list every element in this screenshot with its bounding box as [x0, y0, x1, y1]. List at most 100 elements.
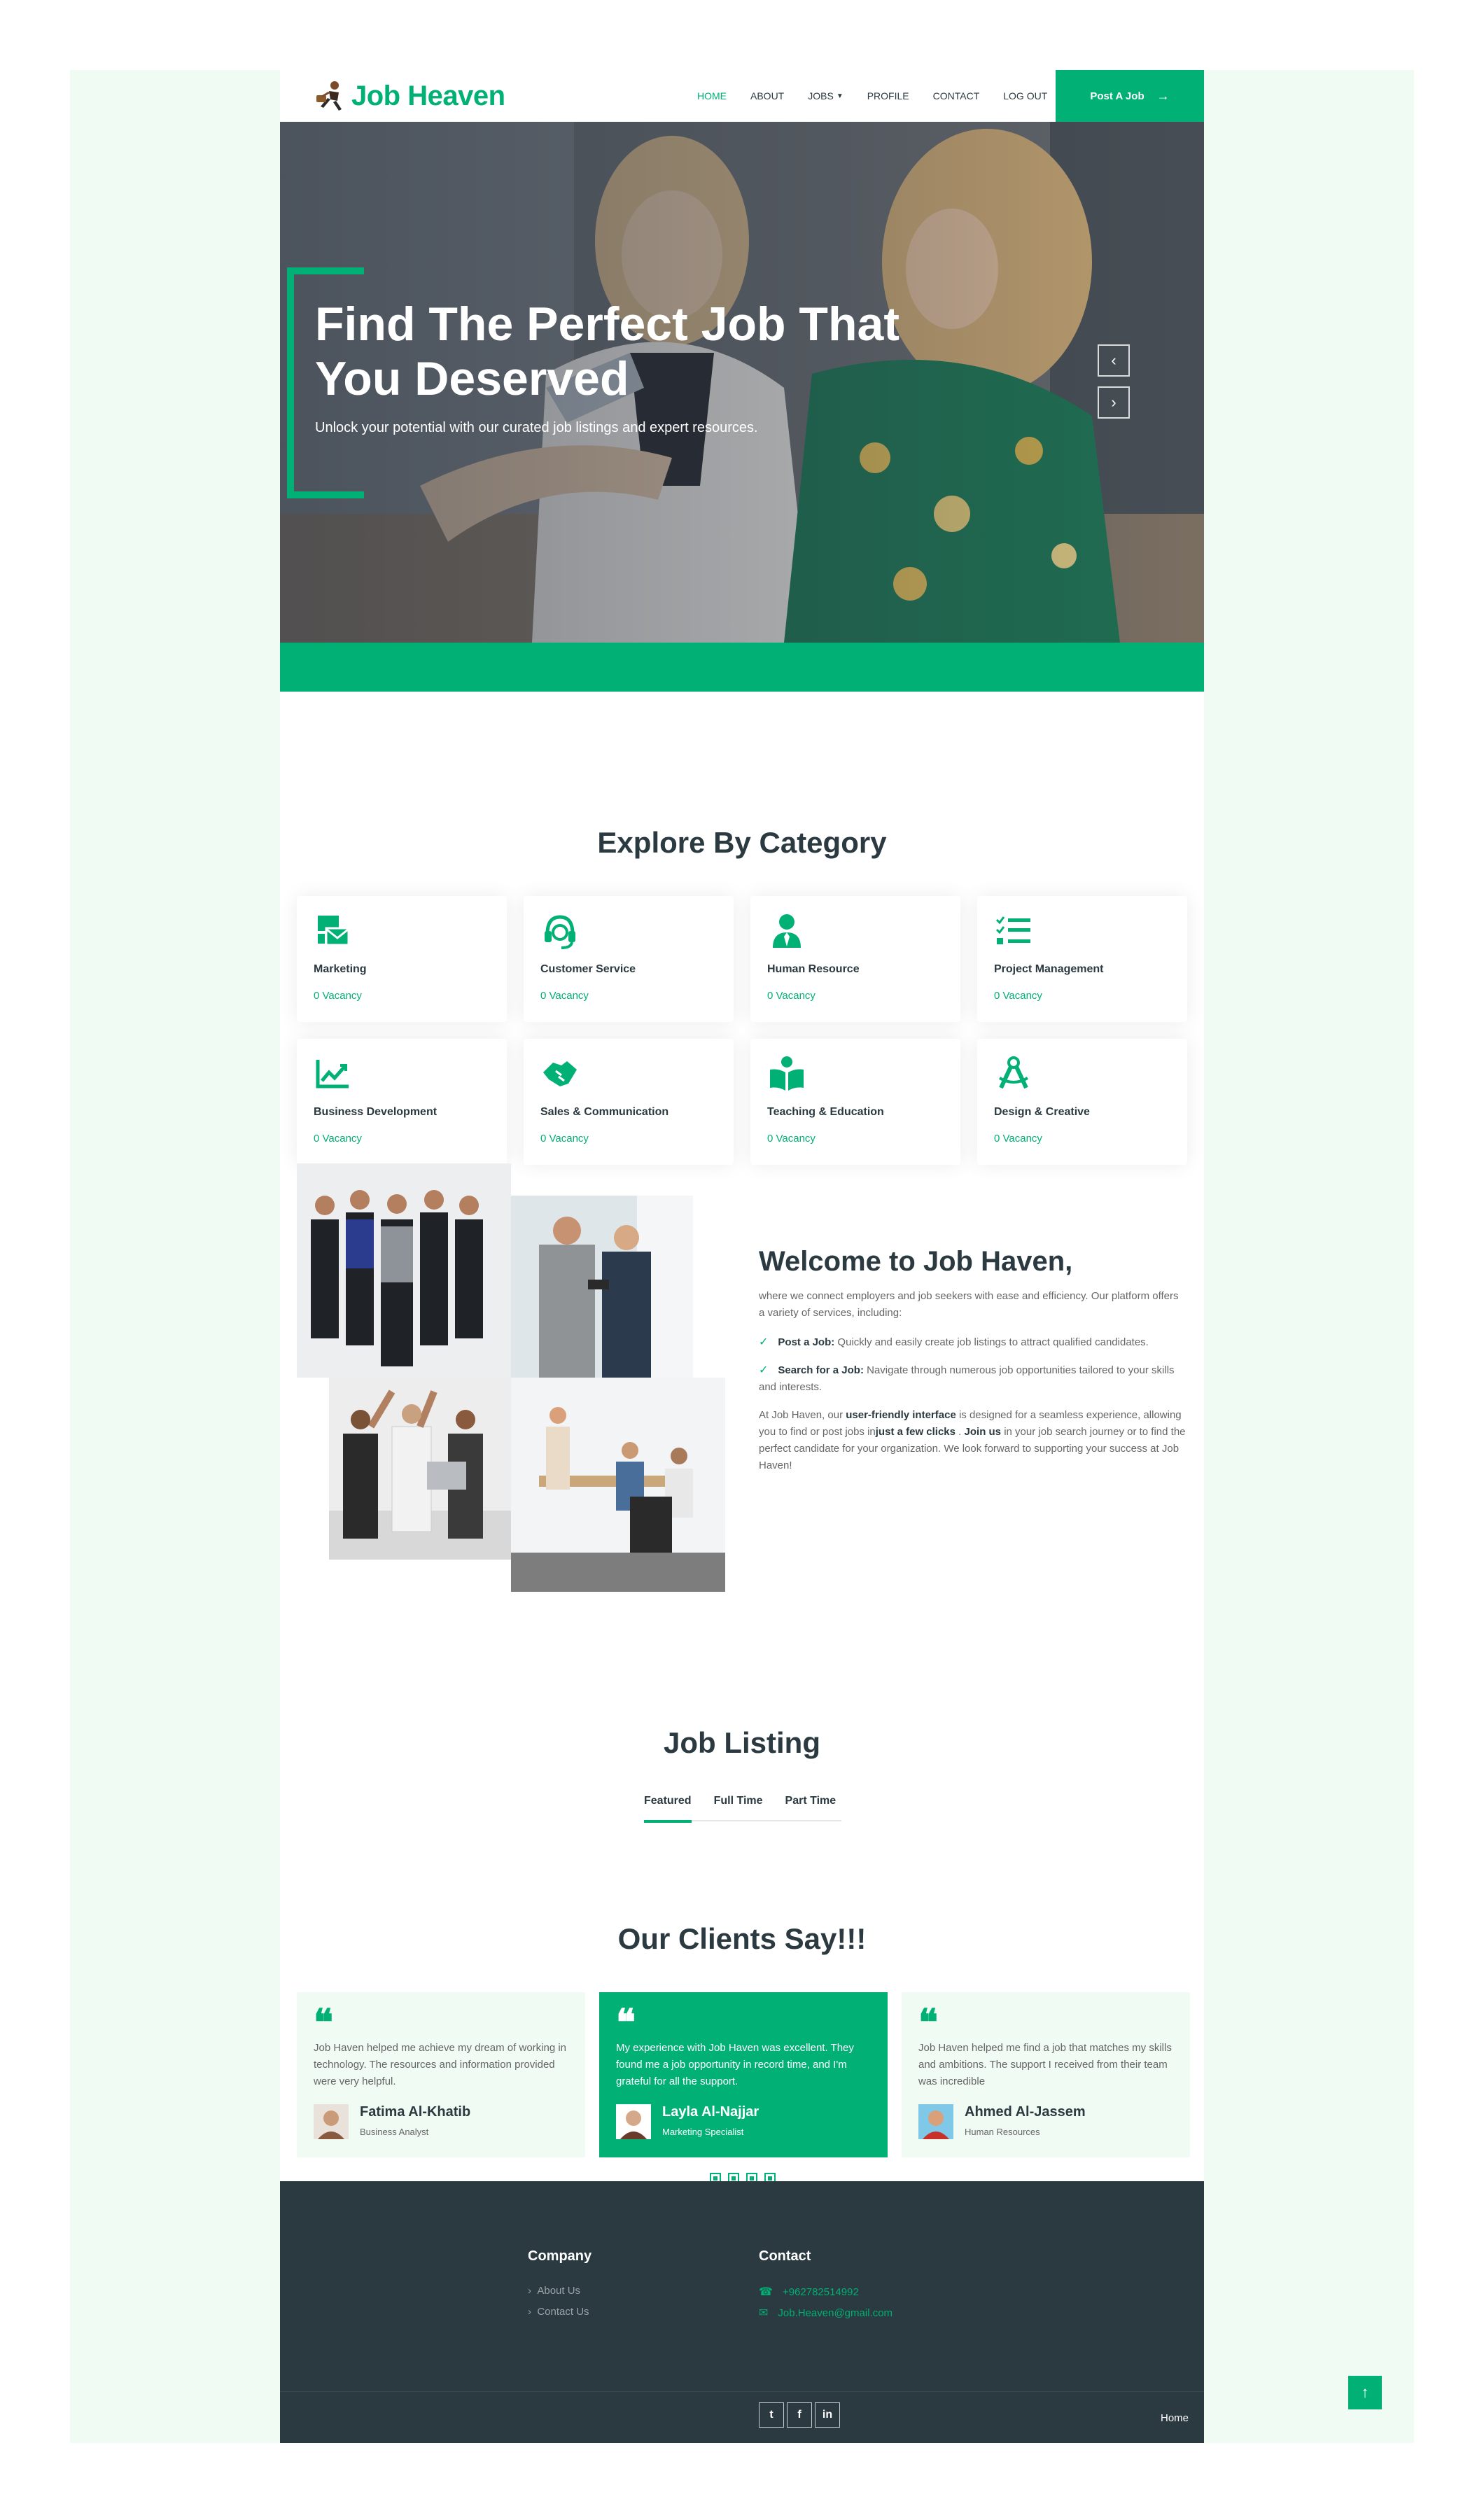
tasks-icon: [995, 916, 1030, 944]
about-closing: At Job Haven, our user-friendly interfac…: [759, 1407, 1186, 1474]
footer-contact-title: Contact: [759, 2248, 811, 2264]
category-vacancy: 0 Vacancy: [994, 1133, 1042, 1144]
hero-subtitle: Unlock your potential with our curated j…: [315, 420, 758, 435]
about-bullet-label: Post a Job:: [778, 1336, 835, 1348]
chevron-right-icon: ›: [528, 2285, 538, 2297]
category-card[interactable]: Project Management 0 Vacancy: [977, 896, 1187, 1022]
carousel-prev-button[interactable]: ‹: [1098, 344, 1130, 377]
testimonial-card: ❝ My experience with Job Haven was excel…: [599, 1992, 888, 2157]
book-reader-icon: [770, 1056, 804, 1091]
testimonial-role: Business Analyst: [360, 2127, 429, 2137]
category-name: Marketing: [314, 963, 367, 975]
nav-home[interactable]: HOME: [697, 90, 727, 102]
back-to-top-button[interactable]: ↑: [1348, 2376, 1382, 2409]
post-job-label: Post A Job: [1090, 90, 1144, 102]
category-card[interactable]: Customer Service 0 Vacancy: [524, 896, 734, 1022]
nav-jobs[interactable]: JOBS ▼: [808, 90, 843, 102]
nav-contact[interactable]: CONTACT: [933, 90, 980, 102]
footer-company-title: Company: [528, 2248, 592, 2264]
tab-part-time[interactable]: Part Time: [785, 1785, 836, 1821]
about-closing-bold: just a few clicks: [875, 1426, 955, 1438]
avatar: [314, 2104, 349, 2139]
tab-featured[interactable]: Featured: [644, 1785, 692, 1823]
nav-menu: HOME ABOUT JOBS ▼ PROFILE CONTACT LOG OUT: [697, 70, 1071, 122]
about-closing-bold: user-friendly interface: [846, 1409, 956, 1421]
category-card[interactable]: Design & Creative 0 Vacancy: [977, 1039, 1187, 1165]
chevron-right-icon: ›: [1111, 393, 1116, 411]
phone-icon: ☎: [759, 2286, 773, 2298]
category-card[interactable]: Business Development 0 Vacancy: [297, 1039, 507, 1165]
mail-bulk-icon: [318, 916, 350, 946]
hero-title: Find The Perfect Job That You Deserved: [315, 298, 899, 405]
quote-icon: ❝: [314, 2001, 333, 2044]
category-name: Sales & Communication: [540, 1106, 669, 1118]
category-vacancy: 0 Vacancy: [314, 1133, 362, 1144]
avatar: [918, 2104, 953, 2139]
post-job-button[interactable]: Post A Job →: [1056, 70, 1204, 122]
facebook-button[interactable]: f: [787, 2402, 812, 2428]
category-vacancy: 0 Vacancy: [767, 990, 816, 1002]
tab-full-time[interactable]: Full Time: [714, 1785, 763, 1821]
footer-phone-value: +962782514992: [782, 2286, 859, 2298]
hero-green-band: [280, 643, 1204, 692]
nav-logout[interactable]: LOG OUT: [1003, 90, 1047, 102]
testimonial-name: Fatima Al-Khatib: [360, 2104, 471, 2120]
check-icon: ✓: [759, 1336, 769, 1348]
testimonial-name: Ahmed Al-Jassem: [965, 2104, 1086, 2120]
page: Job Heaven HOME ABOUT JOBS ▼ PROFILE CONT…: [280, 70, 1204, 2443]
user-tie-icon: [773, 914, 801, 948]
arrow-up-icon: ↑: [1361, 2384, 1369, 2401]
about-bullet-text: Quickly and easily create job listings t…: [834, 1336, 1149, 1348]
brand[interactable]: Job Heaven: [314, 80, 505, 112]
category-name: Human Resource: [767, 963, 860, 975]
about-photo-handshake: [511, 1196, 693, 1378]
arrow-right-icon: →: [1156, 88, 1170, 103]
chart-line-icon: [316, 1060, 349, 1088]
about-photo-team: [297, 1163, 511, 1378]
footer-phone[interactable]: ☎ +962782514992: [759, 2285, 859, 2299]
category-card[interactable]: Sales & Communication 0 Vacancy: [524, 1039, 734, 1165]
testimonial-text: Job Haven helped me find a job that matc…: [918, 2042, 1172, 2087]
category-vacancy: 0 Vacancy: [540, 1133, 589, 1144]
category-name: Design & Creative: [994, 1106, 1090, 1118]
twitter-icon: t: [769, 2409, 774, 2421]
footer-email-value: Job.Heaven@gmail.com: [778, 2306, 893, 2319]
avatar: [616, 2104, 651, 2139]
about-photo-highfive: [329, 1378, 511, 1560]
about-closing-bold: Join us: [964, 1426, 1002, 1438]
facebook-icon: f: [797, 2409, 802, 2421]
footer-link-about[interactable]: › About Us: [528, 2285, 580, 2297]
hero-carousel: Find The Perfect Job That You Deserved U…: [280, 122, 1204, 643]
chevron-down-icon: ▼: [836, 92, 844, 100]
linkedin-button[interactable]: in: [815, 2402, 840, 2428]
category-vacancy: 0 Vacancy: [767, 1133, 816, 1144]
footer-home-link[interactable]: Home: [1161, 2412, 1189, 2424]
nav-profile[interactable]: PROFILE: [867, 90, 909, 102]
category-name: Project Management: [994, 963, 1104, 975]
testimonial-text: My experience with Job Haven was excelle…: [616, 2042, 854, 2087]
category-title: Explore By Category: [597, 826, 887, 859]
handshake-icon: [543, 1061, 577, 1086]
about-closing-text: .: [955, 1426, 965, 1438]
navbar: Job Heaven HOME ABOUT JOBS ▼ PROFILE CONT…: [280, 70, 1204, 122]
footer-link-contact[interactable]: › Contact Us: [528, 2306, 589, 2318]
quote-icon: ❝: [616, 2001, 636, 2044]
twitter-button[interactable]: t: [759, 2402, 784, 2428]
testimonials-title: Our Clients Say!!!: [617, 1922, 867, 1955]
category-card[interactable]: Human Resource 0 Vacancy: [750, 896, 960, 1022]
about-bullet-label: Search for a Job:: [778, 1364, 864, 1376]
category-card[interactable]: Teaching & Education 0 Vacancy: [750, 1039, 960, 1165]
carousel-next-button[interactable]: ›: [1098, 386, 1130, 419]
category-name: Teaching & Education: [767, 1106, 884, 1118]
footer-email[interactable]: ✉ Job.Heaven@gmail.com: [759, 2306, 892, 2320]
category-vacancy: 0 Vacancy: [314, 990, 362, 1002]
testimonial-name: Layla Al-Najjar: [662, 2104, 760, 2120]
category-card[interactable]: Marketing 0 Vacancy: [297, 896, 507, 1022]
drafting-compass-icon: [998, 1056, 1029, 1089]
check-icon: ✓: [759, 1364, 769, 1376]
footer-link-label: Contact Us: [537, 2306, 589, 2318]
chevron-left-icon: ‹: [1111, 351, 1116, 369]
job-listing-title: Job Listing: [664, 1726, 820, 1759]
runner-logo-icon: [316, 81, 342, 111]
nav-about[interactable]: ABOUT: [750, 90, 784, 102]
